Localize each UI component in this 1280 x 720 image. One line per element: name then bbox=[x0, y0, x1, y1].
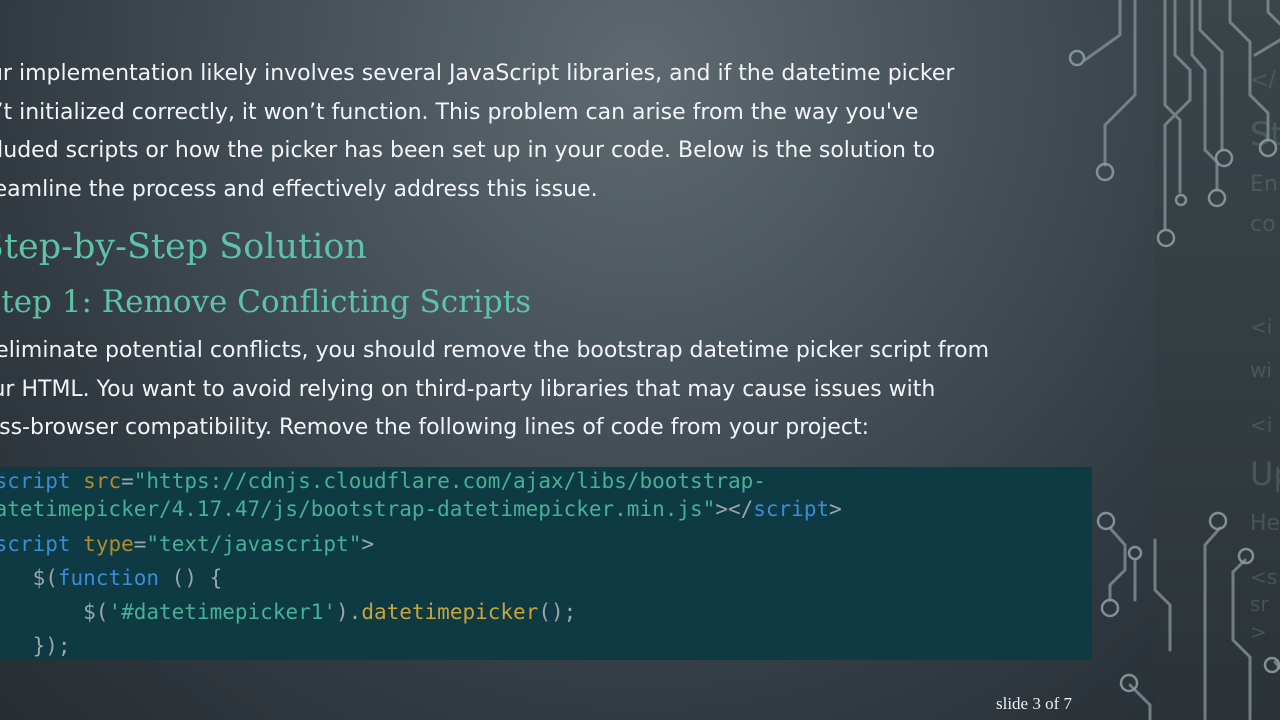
code-line-3: <script type="text/javascript"> bbox=[0, 532, 374, 556]
intro-line: included scripts or how the picker has b… bbox=[0, 138, 936, 163]
slide-content: Your implementation likely involves seve… bbox=[0, 0, 1155, 720]
slide-counter: slide 3 of 7 bbox=[996, 694, 1073, 713]
step1-heading: Step 1: Remove Conflicting Scripts bbox=[0, 284, 532, 320]
intro-line: isn’t initialized correctly, it won’t fu… bbox=[0, 99, 919, 125]
code-line-5: $('#datetimepicker1').datetimepicker(); bbox=[83, 600, 577, 624]
ghost-text: <s bbox=[1250, 565, 1278, 589]
ghost-text: </ bbox=[1250, 68, 1276, 93]
code-line-6: }); bbox=[32, 634, 71, 658]
code-line-2: datetimepicker/4.17.47/js/bootstrap-date… bbox=[0, 497, 842, 521]
ghost-text: wi bbox=[1250, 358, 1272, 382]
ghost-text: Up bbox=[1250, 455, 1280, 493]
step1-line: your HTML. You want to avoid relying on … bbox=[0, 376, 936, 402]
code-line-1: <script src="https://cdnjs.cloudflare.co… bbox=[0, 469, 766, 493]
ghost-text: co bbox=[1250, 212, 1276, 237]
intro-paragraph: Your implementation likely involves seve… bbox=[0, 55, 954, 209]
intro-line: streamline the process and effectively a… bbox=[0, 176, 598, 202]
ghost-text: > bbox=[1250, 620, 1267, 644]
ghost-text: He bbox=[1250, 511, 1280, 536]
step1-line: To eliminate potential conflicts, you sh… bbox=[0, 338, 990, 363]
step1-line: cross-browser compatibility. Remove the … bbox=[0, 415, 870, 440]
solution-heading: Step-by-Step Solution bbox=[0, 227, 367, 267]
intro-line: Your implementation likely involves seve… bbox=[0, 61, 955, 86]
ghost-text: <i bbox=[1250, 315, 1273, 339]
ghost-text: <i bbox=[1250, 413, 1273, 437]
code-line-4: $(function () { bbox=[32, 566, 223, 590]
code-block: <script src="https://cdnjs.cloudflare.co… bbox=[0, 467, 1092, 660]
ghost-text: sr bbox=[1250, 592, 1269, 616]
background-panel: </ St En co <i wi <i Up He <s sr > bbox=[1155, 0, 1280, 720]
ghost-text: En bbox=[1250, 172, 1278, 197]
ghost-text: St bbox=[1250, 115, 1280, 153]
step1-paragraph: To eliminate potential conflicts, you sh… bbox=[0, 332, 989, 448]
